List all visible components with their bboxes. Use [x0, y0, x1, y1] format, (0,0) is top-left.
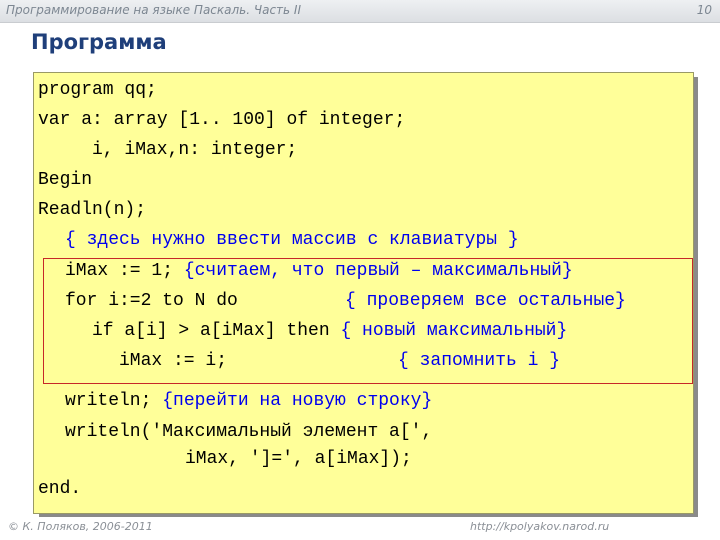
code-writeln: writeln; [65, 391, 163, 411]
code-line-if: if a[i] > a[iMax] then { новый максималь… [92, 321, 567, 341]
code-line-var-cont: i, iMax,n: integer; [92, 140, 298, 160]
code-line-for: for i:=2 to N do [65, 291, 238, 311]
code-writeln-comment: {перейти на новую строку} [162, 391, 433, 411]
code-if: if a[i] > a[iMax] then [92, 321, 341, 341]
footer-copyright: © К. Поляков, 2006-2011 [8, 520, 153, 533]
code-line-writeln-result-cont: iMax, ']=', a[iMax]); [185, 449, 412, 469]
code-line-for-comment: { проверяем все остальные} [345, 291, 626, 311]
code-line-end: end. [38, 479, 82, 499]
code-line-imax-assign: iMax := i; [119, 351, 228, 371]
code-line-readln: Readln(n); [38, 200, 147, 220]
code-line-program: program qq; [38, 80, 157, 100]
course-title: Программирование на языке Паскаль. Часть… [6, 3, 302, 17]
code-line-imax-assign-comment: { запомнить i } [398, 351, 561, 371]
code-line-begin: Begin [38, 170, 93, 190]
code-imax-init-comment: {считаем, что первый – максимальный} [183, 261, 573, 281]
code-line-writeln: writeln; {перейти на новую строку} [65, 391, 432, 411]
code-line-imax-init: iMax := 1; {считаем, что первый – максим… [65, 261, 573, 281]
page-number: 10 [696, 3, 712, 17]
code-line-input-comment: { здесь нужно ввести массив с клавиатуры… [65, 230, 519, 250]
slide-title: Программа [31, 30, 167, 54]
code-line-var: var a: array [1.. 100] of integer; [38, 110, 406, 130]
code-if-comment: { новый максимальный} [340, 321, 568, 341]
slide-header-bar: Программирование на языке Паскаль. Часть… [0, 0, 720, 23]
code-line-writeln-result: writeln('Максимальный элемент a[', [65, 422, 433, 442]
footer-url: http://kpolyakov.narod.ru [470, 520, 610, 533]
code-imax-init: iMax := 1; [65, 261, 184, 281]
